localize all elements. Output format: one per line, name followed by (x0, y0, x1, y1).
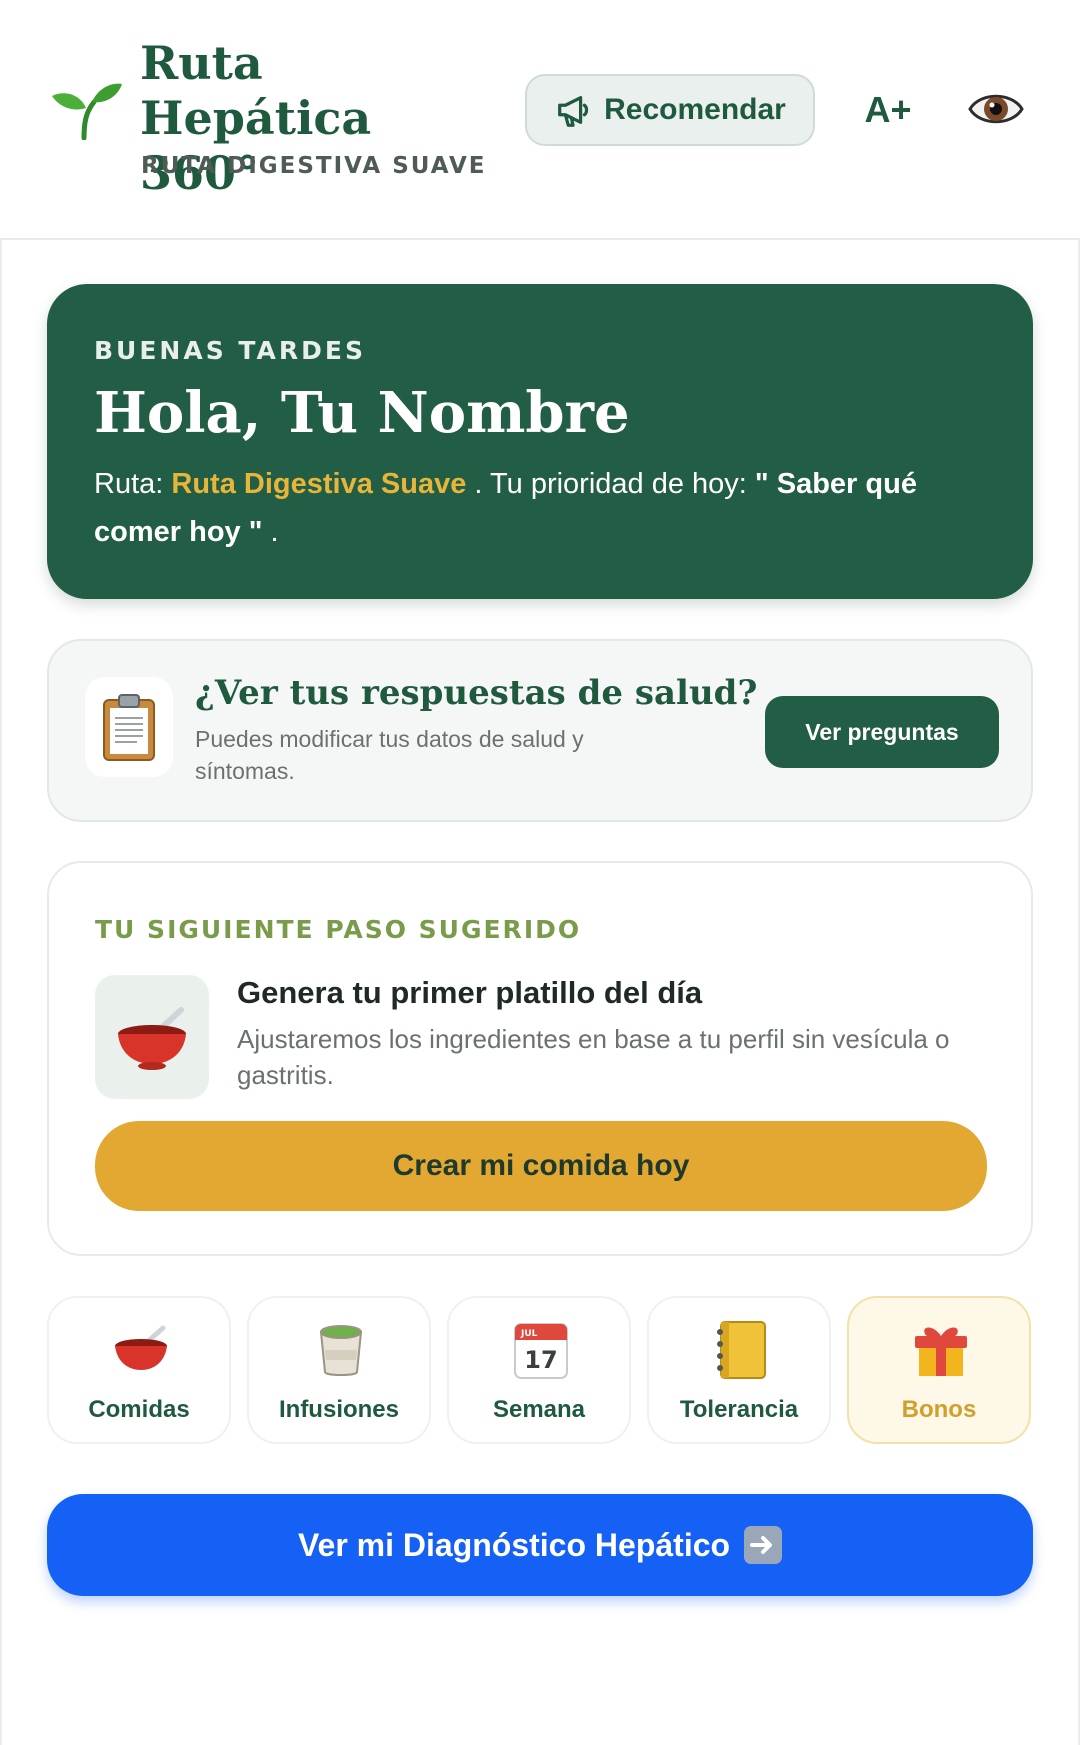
greeting-label: BUENAS TARDES (94, 336, 366, 365)
tile-label: Comidas (88, 1396, 190, 1423)
notebook-icon (717, 1321, 766, 1379)
tile-label: Bonos (901, 1396, 977, 1423)
tile-infusiones[interactable]: Infusiones (247, 1296, 431, 1444)
bowl-icon-box (95, 975, 209, 1099)
calendar-day: 17 (524, 1346, 557, 1374)
greeting-hero-card: BUENAS TARDES Hola, Tu Nombre Ruta: Ruta… (47, 284, 1033, 599)
health-answers-card: ¿Ver tus respuestas de salud? Puedes mod… (47, 639, 1033, 822)
recommend-label: Recomendar (604, 93, 786, 126)
hero-route-text: Ruta: Ruta Digestiva Suave . Tu priorida… (94, 460, 994, 556)
tea-cup-icon (319, 1325, 363, 1376)
tile-label: Infusiones (278, 1396, 399, 1423)
megaphone-icon (558, 96, 589, 127)
health-card-description: Puedes modificar tus datos de salud y sí… (195, 726, 584, 784)
route-prefix: Ruta: (94, 468, 164, 500)
bowl-icon (118, 1007, 186, 1070)
right-arrow-icon (744, 1526, 783, 1564)
priority-prefix: . Tu prioridad de hoy: (474, 468, 747, 500)
health-card-title: ¿Ver tus respuestas de salud? (195, 673, 758, 713)
hero-suffix: . (270, 516, 279, 548)
brand-subtitle: RUTA DIGESTIVA SUAVE (141, 153, 487, 179)
tile-comidas[interactable]: Comidas (47, 1296, 231, 1444)
next-step-card: TU SIGUIENTE PASO SUGERIDO Genera tu pri… (47, 861, 1033, 1256)
diagnostic-label: Ver mi Diagnóstico Hepático (297, 1526, 731, 1563)
font-size-button[interactable]: A+ (858, 84, 918, 136)
clipboard-icon-box (85, 677, 173, 777)
seedling-icon (52, 83, 122, 140)
next-step-label: TU SIGUIENTE PASO SUGERIDO (95, 915, 582, 944)
view-questions-button[interactable]: Ver preguntas (765, 696, 999, 768)
clipboard-icon (103, 694, 155, 761)
create-meal-button[interactable]: Crear mi comida hoy (95, 1121, 987, 1211)
quick-access-tiles: Comidas Infusiones JUL 17 Semana Toleran… (47, 1296, 1033, 1444)
gift-icon (915, 1327, 967, 1376)
next-step-description: Ajustaremos los ingredientes en base a t… (237, 1024, 950, 1090)
tile-tolerancia[interactable]: Tolerancia (647, 1296, 831, 1444)
app-header: Ruta Hepática 360° RUTA DIGESTIVA SUAVE … (0, 0, 1080, 240)
tile-label: Tolerancia (679, 1396, 799, 1423)
tile-label: Semana (492, 1396, 586, 1423)
diagnostic-button[interactable]: Ver mi Diagnóstico Hepático (47, 1494, 1033, 1596)
calendar-month: JUL (520, 1329, 538, 1339)
bowl-icon (115, 1325, 167, 1370)
eye-icon[interactable] (968, 84, 1024, 134)
tile-semana[interactable]: JUL 17 Semana (447, 1296, 631, 1444)
hero-title: Hola, Tu Nombre (94, 380, 630, 446)
route-name: Ruta Digestiva Suave (171, 468, 467, 500)
calendar-icon: JUL 17 (514, 1323, 568, 1379)
next-step-title: Genera tu primer platillo del día (237, 975, 703, 1010)
recommend-button[interactable]: Recomendar (525, 74, 815, 146)
tile-bonos[interactable]: Bonos (847, 1296, 1031, 1444)
